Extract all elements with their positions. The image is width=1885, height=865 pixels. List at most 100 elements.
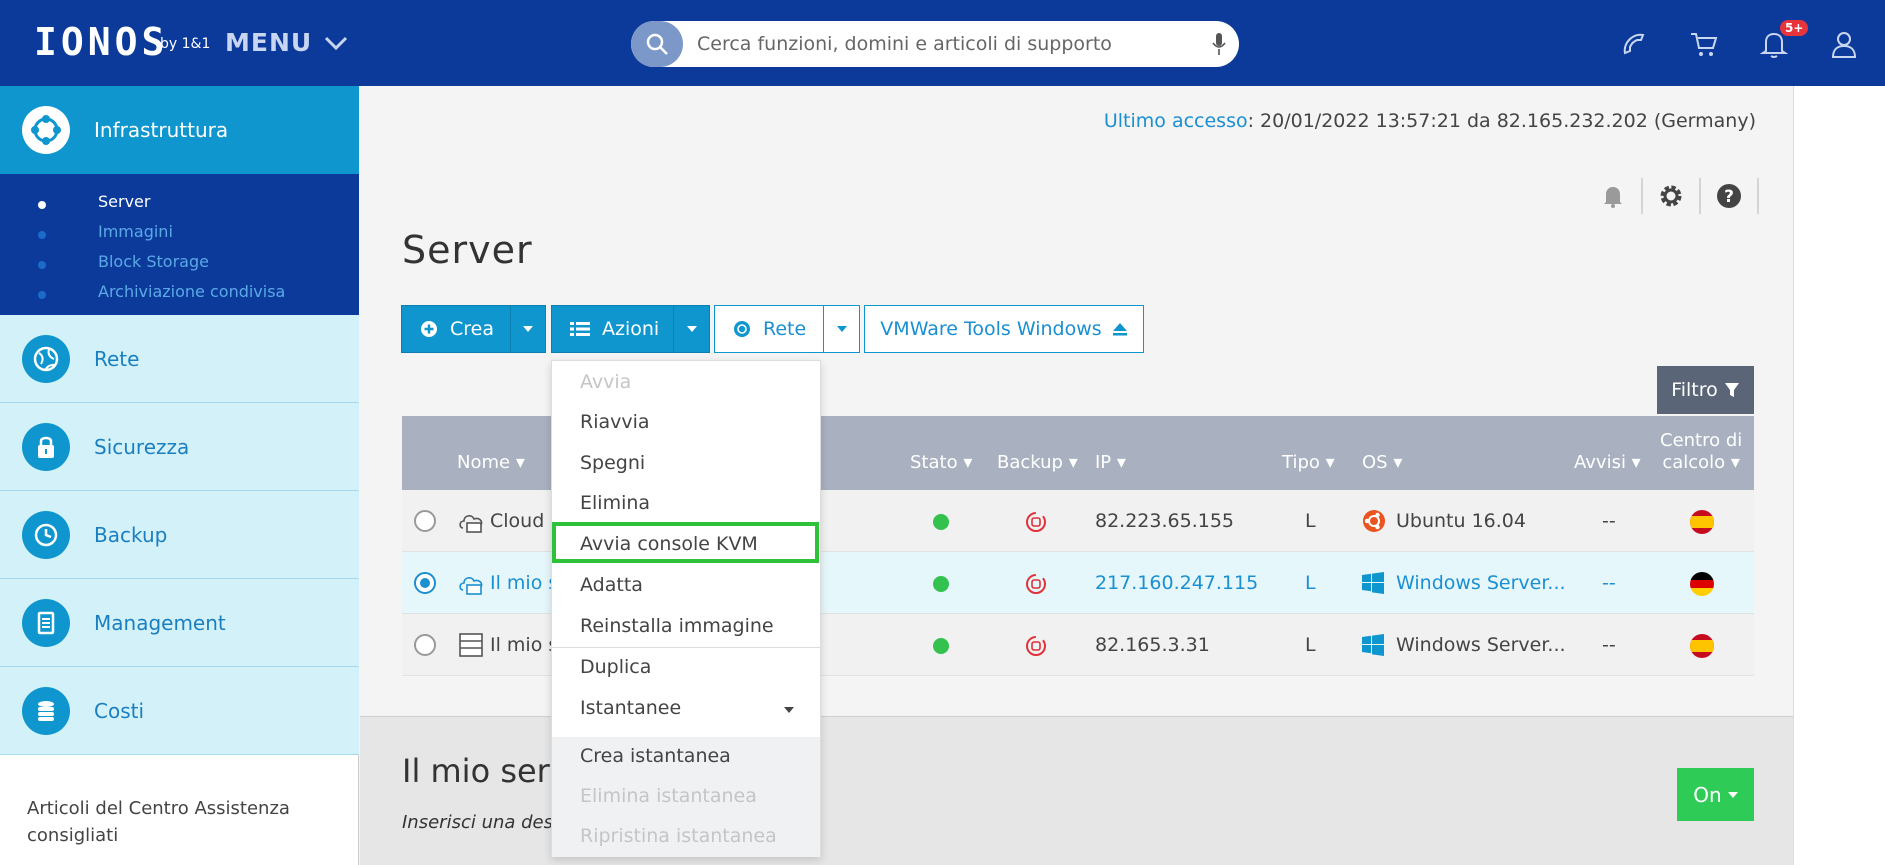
power-state-button[interactable]: On	[1677, 768, 1754, 821]
col-avvisi[interactable]: Avvisi ▾	[1574, 452, 1641, 473]
sidebar-sub-archiviazione[interactable]: Archiviazione condivisa	[98, 282, 285, 301]
sidebar-item-backup[interactable]: Backup	[0, 491, 359, 579]
lock-icon	[22, 422, 70, 471]
filter-button[interactable]: Filtro	[1657, 366, 1754, 414]
menu-item-avvia: Avvia	[580, 371, 632, 393]
crea-dropdown-toggle[interactable]	[509, 306, 545, 352]
filter-label: Filtro	[1671, 379, 1718, 401]
sidebar-item-rete[interactable]: Rete	[0, 315, 359, 403]
menu-divider	[552, 647, 820, 648]
filter-icon	[1724, 383, 1739, 397]
caret-down-icon	[784, 707, 794, 713]
server-ip: 82.165.3.31	[1095, 634, 1210, 656]
sidebar-item-infrastruttura[interactable]: Infrastruttura	[0, 86, 359, 174]
ionos-logo[interactable]: IONOS	[34, 20, 168, 64]
sidebar-item-label: Backup	[94, 522, 168, 547]
microphone-button[interactable]	[1199, 31, 1239, 57]
istantanee-submenu: Crea istantanea Elimina istantanea Ripri…	[552, 737, 820, 857]
rete-button[interactable]: Rete	[714, 305, 860, 353]
col-stato[interactable]: Stato ▾	[910, 452, 972, 473]
last-access-label[interactable]: Ultimo accesso	[1104, 110, 1248, 132]
search-icon	[646, 33, 668, 55]
coins-icon	[22, 686, 70, 735]
menu-item-istantanee[interactable]: Istantanee	[580, 697, 794, 719]
search-button[interactable]	[631, 21, 683, 67]
notifications-badge: 5+	[1780, 20, 1809, 36]
sidebar-item-management[interactable]: Management	[0, 579, 359, 667]
menu-item-elimina[interactable]: Elimina	[580, 492, 650, 514]
cart-button[interactable]	[1686, 26, 1722, 62]
menu-item-riavvia[interactable]: Riavvia	[580, 411, 650, 433]
server-os: Windows Server...	[1396, 572, 1566, 594]
spain-flag-icon	[1690, 634, 1714, 658]
azioni-label: Azioni	[602, 318, 660, 340]
menu-item-adatta[interactable]: Adatta	[580, 574, 643, 596]
submenu-dot	[38, 201, 46, 209]
col-backup[interactable]: Backup ▾	[997, 452, 1078, 473]
cloud-server-icon	[459, 515, 483, 533]
menu-item-duplica[interactable]: Duplica	[580, 656, 651, 678]
sidebar-item-label: Management	[94, 610, 226, 635]
gear-icon	[1660, 185, 1682, 207]
col-tipo[interactable]: Tipo ▾	[1282, 452, 1335, 473]
user-icon	[1831, 32, 1857, 58]
menu-item-spegni[interactable]: Spegni	[580, 452, 645, 474]
sidebar-item-label: Costi	[94, 698, 145, 723]
row-radio[interactable]	[414, 510, 436, 532]
crea-button[interactable]: Crea	[401, 305, 546, 353]
server-description-field[interactable]: Inserisci una desc	[402, 812, 563, 833]
search-input[interactable]	[683, 22, 1199, 66]
col-os[interactable]: OS ▾	[1362, 452, 1402, 473]
eject-icon	[1112, 323, 1127, 336]
help-articles-text[interactable]: Articoli del Centro Assistenza consiglia…	[27, 795, 327, 849]
row-radio[interactable]	[414, 634, 436, 656]
col-nome[interactable]: Nome ▾	[457, 452, 525, 473]
menu-item-crea-istantanea[interactable]: Crea istantanea	[580, 745, 731, 767]
page-notifications-button[interactable]	[1585, 178, 1643, 214]
settings-button[interactable]	[1643, 178, 1701, 214]
sidebar-item-costi[interactable]: Costi	[0, 667, 359, 755]
backup-icon	[1026, 512, 1046, 532]
backup-icon	[1026, 636, 1046, 656]
sidebar-sub-block-storage[interactable]: Block Storage	[98, 252, 209, 271]
vmware-tools-button[interactable]: VMWare Tools Windows	[864, 305, 1144, 353]
caret-down-icon	[1727, 791, 1738, 798]
submenu-dot	[38, 231, 46, 239]
network-icon	[734, 321, 750, 337]
row-radio[interactable]	[414, 572, 436, 594]
status-online-icon	[933, 514, 949, 530]
list-icon	[570, 322, 590, 336]
caret-down-icon	[686, 326, 697, 332]
server-name[interactable]: Il mio s	[490, 634, 558, 656]
ubuntu-icon	[1363, 510, 1385, 532]
globe-icon	[22, 334, 70, 383]
server-os: Ubuntu 16.04	[1396, 510, 1526, 532]
menu-button[interactable]: MENU	[225, 28, 348, 57]
help-button[interactable]: ?	[1701, 178, 1759, 214]
azioni-button[interactable]: Azioni	[551, 305, 710, 353]
windows-icon	[1362, 572, 1384, 594]
server-name[interactable]: Il mio s	[490, 572, 558, 594]
col-ip[interactable]: IP ▾	[1095, 452, 1126, 473]
sidebar-item-sicurezza[interactable]: Sicurezza	[0, 403, 359, 491]
power-state-label: On	[1693, 782, 1722, 807]
menu-item-reinstalla-immagine[interactable]: Reinstalla immagine	[580, 615, 774, 637]
phone-icon	[1623, 33, 1645, 55]
phone-button[interactable]	[1616, 26, 1652, 62]
server-os: Windows Server...	[1396, 634, 1566, 656]
right-strip	[1793, 86, 1885, 865]
account-button[interactable]	[1826, 26, 1862, 62]
server-detail-title[interactable]: Il mio serv	[402, 752, 569, 790]
sidebar-sub-server[interactable]: Server	[98, 192, 150, 211]
submenu-dot	[38, 291, 46, 299]
sidebar-main-label: Infrastruttura	[94, 118, 229, 142]
server-ip: 217.160.247.115	[1095, 572, 1259, 594]
azioni-dropdown-menu: Avvia Riavvia Spegni Elimina Avvia conso…	[551, 360, 821, 857]
sidebar-sub-immagini[interactable]: Immagini	[98, 222, 173, 241]
chevron-down-icon	[325, 36, 348, 50]
rete-dropdown-toggle[interactable]	[823, 306, 859, 352]
col-centro-calcolo[interactable]: Centro di calcolo ▾	[1660, 430, 1742, 474]
server-avvisi: --	[1602, 572, 1616, 594]
search-bar	[631, 21, 1239, 67]
azioni-dropdown-toggle[interactable]	[673, 306, 709, 352]
